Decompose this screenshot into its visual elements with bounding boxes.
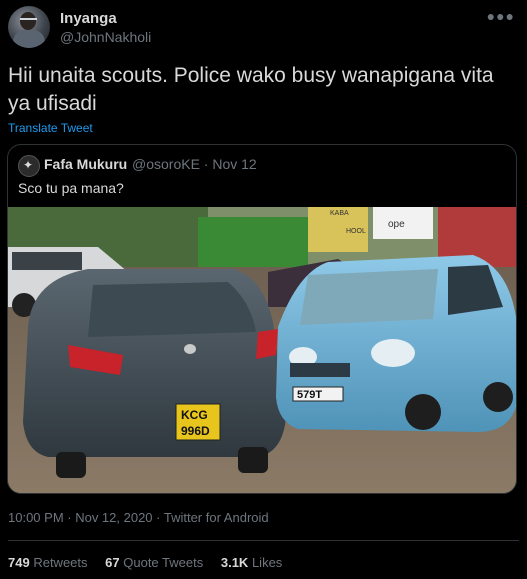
divider — [8, 540, 519, 541]
sign-text-3: HOOL — [346, 228, 366, 235]
quoted-author-avatar: ✦ — [18, 155, 40, 177]
quoted-tweet-text: Sco tu pa mana? — [18, 180, 124, 196]
author-avatar[interactable] — [8, 6, 50, 48]
tweet-stats: 749 Retweets 67 Quote Tweets 3.1K Likes — [8, 555, 296, 570]
retweets-stat[interactable]: 749 Retweets — [8, 555, 88, 570]
retweets-count: 749 — [8, 555, 30, 570]
left-plate-line-1: KCG — [181, 408, 208, 422]
quoted-photo[interactable]: ope KABA HOOL KCG 996D 579T — [8, 207, 516, 493]
retweets-label: Retweets — [33, 555, 88, 570]
quoted-author-name: Fafa Mukuru — [44, 156, 128, 172]
more-icon[interactable]: ●●● — [487, 8, 515, 24]
likes-count: 3.1K — [220, 555, 249, 570]
likes-stat[interactable]: 3.1K Likes — [221, 555, 282, 570]
grey-mazda: KCG 996D — [23, 269, 286, 478]
likes-label: Likes — [251, 555, 283, 570]
quoted-tweet[interactable]: ✦ Fafa Mukuru @osoroKE · Nov 12 Sco tu p… — [7, 144, 517, 494]
left-plate-line-2: 996D — [181, 424, 210, 438]
quoted-author-meta: @osoroKE · Nov 12 — [132, 156, 257, 172]
blue-toyota: 579T — [276, 255, 516, 432]
sign-text-2: KABA — [330, 210, 349, 217]
quote-tweets-label: Quote Tweets — [123, 555, 204, 570]
author-handle[interactable]: @JohnNakholi — [60, 29, 151, 45]
quote-tweets-stat[interactable]: 67 Quote Tweets — [105, 555, 203, 570]
translate-tweet-link[interactable]: Translate Tweet — [8, 121, 93, 135]
tweet-header: Inyanga @JohnNakholi ●●● — [8, 6, 519, 50]
sign-text-1: ope — [388, 219, 405, 230]
tweet-timestamp[interactable]: 10:00 PM · Nov 12, 2020 · Twitter for An… — [8, 510, 269, 525]
tweet-text: Hii unaita scouts. Police wako busy wana… — [8, 64, 494, 115]
author-name[interactable]: Inyanga — [60, 10, 117, 27]
quote-tweets-count: 67 — [105, 555, 120, 570]
right-plate: 579T — [297, 389, 322, 401]
